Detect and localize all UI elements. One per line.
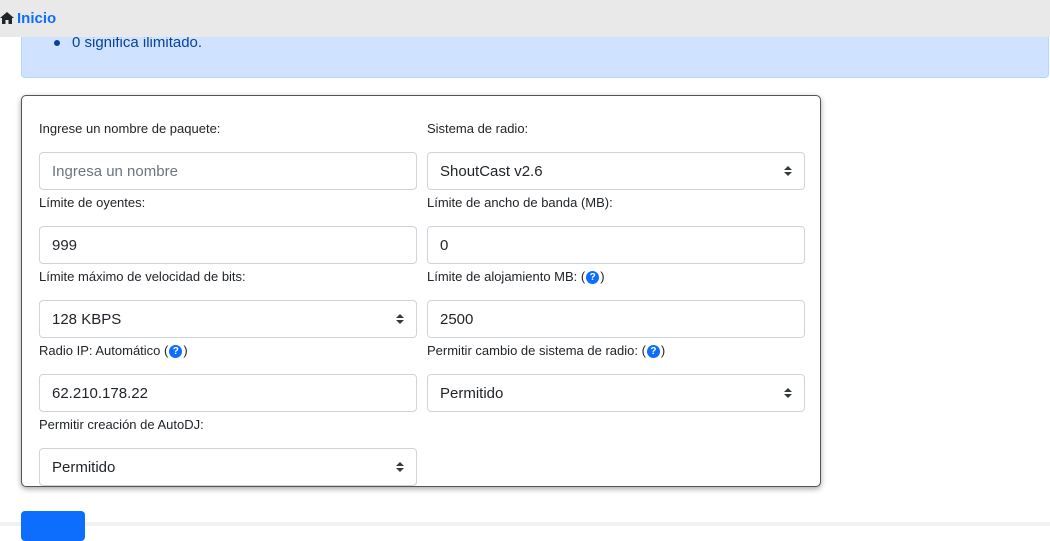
radio-system-group: Sistema de radio: ShoutCast v2.6 [427, 120, 805, 190]
package-name-group: Ingrese un nombre de paquete: [39, 120, 417, 190]
allow-autodj-value: Permitido [52, 458, 116, 476]
question-circle-icon[interactable]: ? [586, 270, 600, 284]
select-caret-icon [396, 314, 404, 324]
hosting-limit-group: Límite de alojamiento MB: ( ? ) [427, 268, 805, 338]
home-link[interactable]: Inicio [0, 9, 56, 27]
question-circle-icon[interactable]: ? [169, 344, 183, 358]
bandwidth-limit-label: Límite de ancho de banda (MB): [427, 195, 613, 210]
package-form-card: Ingrese un nombre de paquete: Sistema de… [21, 95, 821, 487]
bandwidth-limit-field[interactable] [427, 226, 805, 264]
allow-system-change-value: Permitido [440, 384, 504, 402]
package-name-label: Ingrese un nombre de paquete: [39, 121, 221, 136]
question-circle-icon[interactable]: ? [646, 344, 660, 358]
allow-autodj-label: Permitir creación de AutoDJ: [39, 417, 204, 432]
radio-ip-field[interactable] [39, 374, 417, 412]
home-icon [0, 12, 14, 24]
hosting-limit-field[interactable] [427, 300, 805, 338]
allow-autodj-group: Permitir creación de AutoDJ: Permitido [39, 416, 417, 486]
bitrate-limit-select[interactable]: 128 KBPS [39, 300, 417, 338]
hosting-limit-input[interactable] [440, 310, 792, 328]
home-label: Inicio [17, 9, 57, 27]
radio-ip-input[interactable] [52, 384, 404, 402]
radio-system-select[interactable]: ShoutCast v2.6 [427, 152, 805, 190]
select-caret-icon [784, 166, 792, 176]
page-divider [0, 522, 1050, 526]
package-name-input[interactable] [52, 162, 404, 180]
listener-limit-input[interactable] [52, 236, 404, 254]
top-nav-bar: Inicio [0, 0, 1050, 37]
radio-system-value: ShoutCast v2.6 [440, 162, 543, 180]
hosting-limit-label: Límite de alojamiento MB: ( ? ) [427, 268, 805, 286]
package-name-field[interactable] [39, 152, 417, 190]
allow-system-change-label-text: Permitir cambio de sistema de radio: ( [427, 343, 646, 358]
select-caret-icon [784, 388, 792, 398]
hosting-limit-label-text: Límite de alojamiento MB: ( [427, 269, 586, 284]
bitrate-limit-label: Límite máximo de velocidad de bits: [39, 269, 246, 284]
allow-system-change-group: Permitir cambio de sistema de radio: ( ?… [427, 342, 805, 412]
radio-ip-label-text: Radio IP: Automático ( [39, 343, 169, 358]
allow-system-change-select[interactable]: Permitido [427, 374, 805, 412]
allow-autodj-select[interactable]: Permitido [39, 448, 417, 486]
bandwidth-limit-group: Límite de ancho de banda (MB): [427, 194, 805, 264]
listener-limit-field[interactable] [39, 226, 417, 264]
radio-ip-group: Radio IP: Automático ( ? ) [39, 342, 417, 412]
bandwidth-limit-input[interactable] [440, 236, 792, 254]
submit-button[interactable] [21, 511, 85, 541]
radio-system-label: Sistema de radio: [427, 121, 529, 136]
bitrate-limit-group: Límite máximo de velocidad de bits: 128 … [39, 268, 417, 338]
allow-system-change-label: Permitir cambio de sistema de radio: ( ?… [427, 342, 805, 360]
select-caret-icon [396, 462, 404, 472]
hosting-limit-label-close: ) [600, 269, 605, 284]
allow-system-change-label-close: ) [660, 343, 666, 358]
listener-limit-group: Límite de oyentes: [39, 194, 417, 264]
radio-ip-label: Radio IP: Automático ( ? ) [39, 342, 417, 360]
radio-ip-label-close: ) [183, 343, 188, 358]
bitrate-limit-value: 128 KBPS [52, 310, 122, 328]
listener-limit-label: Límite de oyentes: [39, 195, 146, 210]
